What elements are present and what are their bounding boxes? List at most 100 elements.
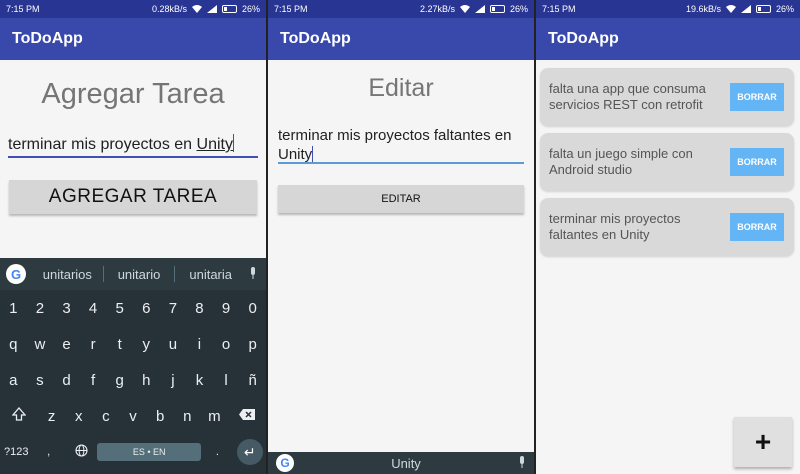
key[interactable]: e xyxy=(53,336,80,353)
key[interactable]: h xyxy=(133,372,160,389)
screen-edit-task: 7:15 PM 2.27kB/s 26% ToDoApp Editar term… xyxy=(268,0,534,474)
task-card[interactable]: falta una app que consuma servicios REST… xyxy=(540,68,794,126)
battery-icon xyxy=(755,5,771,13)
space-bar[interactable]: ES • EN xyxy=(97,443,202,461)
suggestion-1[interactable]: unitarios xyxy=(32,267,103,282)
mic-icon[interactable] xyxy=(518,455,526,471)
shift-key-icon[interactable] xyxy=(0,407,38,425)
battery-level: 26% xyxy=(509,4,528,14)
symbols-key[interactable]: ?123 xyxy=(0,446,32,458)
key[interactable]: n xyxy=(174,408,201,425)
key[interactable]: x xyxy=(65,408,92,425)
task-text: terminar mis proyectos faltantes en Unit… xyxy=(549,211,681,242)
edit-button[interactable]: EDITAR xyxy=(278,185,524,213)
battery-icon xyxy=(489,5,505,13)
signal-icon xyxy=(740,5,751,13)
key[interactable]: q xyxy=(0,336,27,353)
status-bar: 7:15 PM 0.28kB/s 26% xyxy=(0,0,266,18)
key[interactable]: g xyxy=(106,372,133,389)
key[interactable]: l xyxy=(213,372,240,389)
app-bar-title: ToDoApp xyxy=(0,18,266,60)
key[interactable]: 6 xyxy=(133,300,160,317)
enter-key[interactable]: ↵ xyxy=(234,439,266,465)
suggestion-word[interactable]: Unity xyxy=(294,456,518,471)
task-text: falta un juego simple con Android studio xyxy=(549,146,693,177)
key[interactable]: k xyxy=(186,372,213,389)
task-input[interactable]: terminar mis proyectos en Unity xyxy=(8,134,258,158)
wifi-icon xyxy=(191,5,202,13)
key[interactable]: s xyxy=(27,372,54,389)
page-title: Editar xyxy=(368,74,434,102)
status-time: 7:15 PM xyxy=(6,4,40,14)
screen-add-task: 7:15 PM 0.28kB/s 26% ToDoApp Agregar Tar… xyxy=(0,0,266,474)
task-card[interactable]: falta un juego simple con Android studio… xyxy=(540,133,794,191)
keyboard-suggestion-bar: G Unity xyxy=(268,452,534,474)
key[interactable]: b xyxy=(147,408,174,425)
key[interactable]: 2 xyxy=(27,300,54,317)
key[interactable]: 8 xyxy=(186,300,213,317)
app-bar-title: ToDoApp xyxy=(268,18,534,60)
key[interactable]: 3 xyxy=(53,300,80,317)
key[interactable]: a xyxy=(0,372,27,389)
signal-icon xyxy=(206,5,217,13)
comma-emoji-key[interactable]: , xyxy=(32,446,64,458)
key[interactable]: v xyxy=(119,408,146,425)
key[interactable]: 9 xyxy=(213,300,240,317)
add-task-button[interactable]: AGREGAR TAREA xyxy=(9,180,257,214)
key[interactable]: f xyxy=(80,372,107,389)
key[interactable]: 5 xyxy=(106,300,133,317)
suggestion-bar: G unitarios unitario unitaria xyxy=(0,258,266,290)
task-text: falta una app que consuma servicios REST… xyxy=(549,81,706,112)
suggestion-3[interactable]: unitaria xyxy=(175,267,246,282)
period-key[interactable]: . xyxy=(201,446,233,458)
key[interactable]: r xyxy=(80,336,107,353)
key[interactable]: m xyxy=(201,408,228,425)
key[interactable]: i xyxy=(186,336,213,353)
google-icon[interactable]: G xyxy=(6,264,26,284)
key[interactable]: o xyxy=(213,336,240,353)
google-icon[interactable]: G xyxy=(276,454,294,472)
key-row-numbers: 1 2 3 4 5 6 7 8 9 0 xyxy=(0,290,266,326)
status-time: 7:15 PM xyxy=(542,4,576,14)
key[interactable]: j xyxy=(160,372,187,389)
status-bar: 7:15 PM 19.6kB/s 26% xyxy=(536,0,800,18)
task-input-composing-word: Unity xyxy=(196,136,233,153)
key[interactable]: t xyxy=(106,336,133,353)
task-card[interactable]: terminar mis proyectos faltantes en Unit… xyxy=(540,198,794,256)
key[interactable]: z xyxy=(38,408,65,425)
network-speed: 2.27kB/s xyxy=(419,4,455,14)
key-row-function: ?123 , ES • EN . ↵ xyxy=(0,434,266,470)
status-time: 7:15 PM xyxy=(274,4,308,14)
text-cursor xyxy=(312,146,314,162)
wifi-icon xyxy=(459,5,470,13)
screen-task-list: 7:15 PM 19.6kB/s 26% ToDoApp falta una a… xyxy=(536,0,800,474)
battery-icon xyxy=(221,5,237,13)
status-bar: 7:15 PM 2.27kB/s 26% xyxy=(268,0,534,18)
battery-level: 26% xyxy=(241,4,260,14)
key[interactable]: d xyxy=(53,372,80,389)
key[interactable]: ñ xyxy=(239,372,266,389)
key[interactable]: p xyxy=(239,336,266,353)
suggestion-2[interactable]: unitario xyxy=(104,267,175,282)
key-row-middle: a s d f g h j k l ñ xyxy=(0,362,266,398)
mic-icon[interactable] xyxy=(246,266,260,282)
key[interactable]: 1 xyxy=(0,300,27,317)
task-input-text: terminar mis proyectos en xyxy=(8,136,197,153)
backspace-key-icon[interactable] xyxy=(228,408,266,425)
key[interactable]: c xyxy=(92,408,119,425)
edit-task-input[interactable]: terminar mis proyectos faltantes en Unit… xyxy=(278,126,524,164)
key[interactable]: 7 xyxy=(160,300,187,317)
globe-icon[interactable] xyxy=(65,444,97,460)
key[interactable]: y xyxy=(133,336,160,353)
key[interactable]: w xyxy=(27,336,54,353)
add-task-fab[interactable]: + xyxy=(734,417,792,467)
text-cursor xyxy=(232,134,234,152)
key-row-bottom: z x c v b n m xyxy=(0,398,266,434)
delete-task-button[interactable]: BORRAR xyxy=(730,148,784,176)
key[interactable]: u xyxy=(160,336,187,353)
delete-task-button[interactable]: BORRAR xyxy=(730,83,784,111)
delete-task-button[interactable]: BORRAR xyxy=(730,213,784,241)
page-title: Agregar Tarea xyxy=(41,78,225,110)
key[interactable]: 4 xyxy=(80,300,107,317)
key[interactable]: 0 xyxy=(239,300,266,317)
